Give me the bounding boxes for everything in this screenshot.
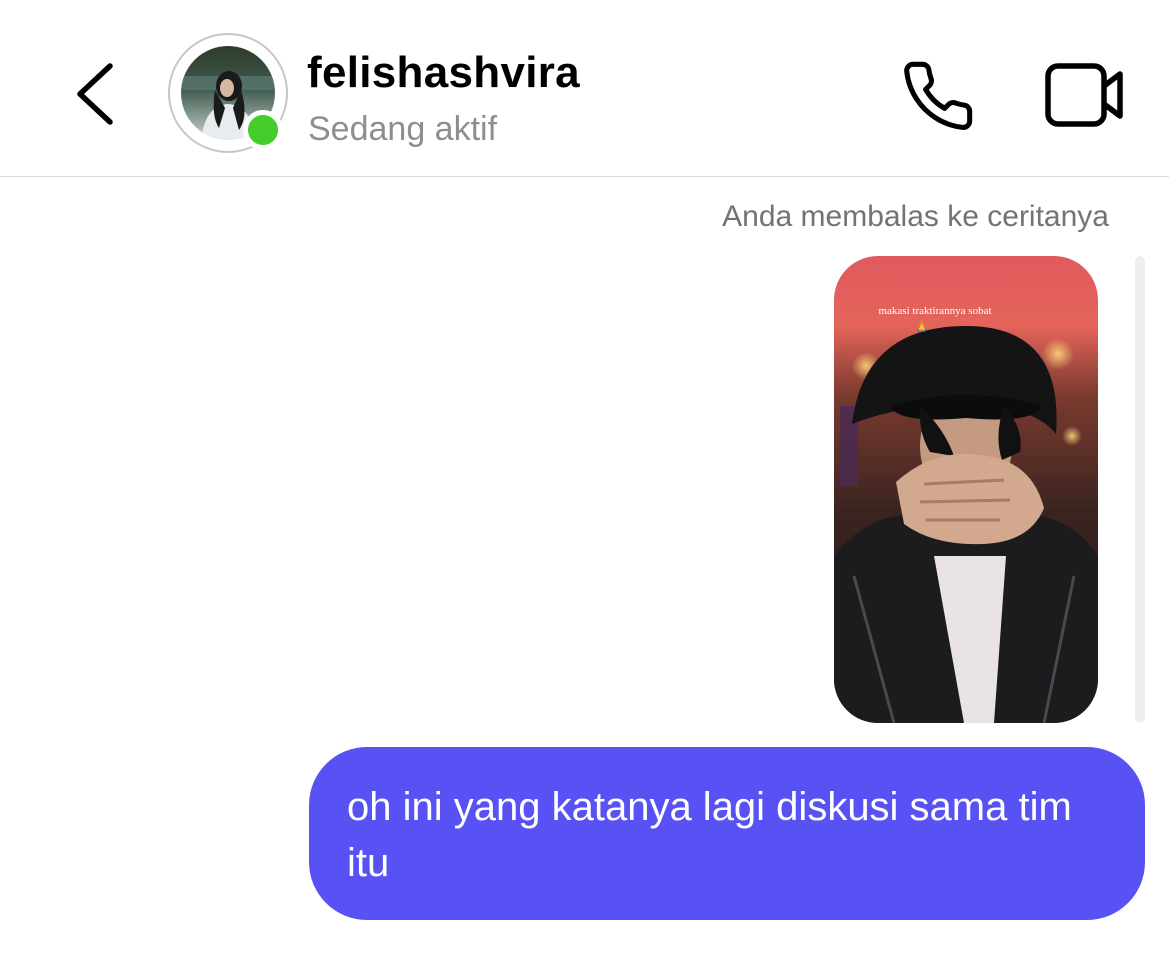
back-button[interactable] [66, 58, 122, 130]
praying-hands-emoji: 🙏 [916, 321, 928, 333]
video-camera-icon [1045, 63, 1123, 127]
video-call-button[interactable] [1044, 60, 1126, 130]
story-thumbnail[interactable]: makasi traktirannya sobat 🙏 [834, 256, 1098, 723]
story-caption: makasi traktirannya sobat [878, 305, 991, 317]
chat-username[interactable]: felishashvira [307, 46, 580, 100]
chevron-left-icon [77, 63, 113, 125]
chat-header: felishashvira Sedang aktif [0, 0, 1169, 177]
voice-call-button[interactable] [900, 58, 976, 134]
phone-icon [904, 61, 973, 130]
chat-screen: felishashvira Sedang aktif Anda membalas… [0, 0, 1169, 953]
message-text: oh ini yang katanya lagi diskusi sama ti… [347, 785, 1072, 885]
story-reply-note: Anda membalas ke ceritanya [722, 200, 1109, 233]
sent-message-bubble[interactable]: oh ini yang katanya lagi diskusi sama ti… [309, 747, 1145, 920]
activity-status: Sedang aktif [308, 110, 498, 148]
scrollbar[interactable] [1135, 256, 1145, 723]
online-status-dot [243, 110, 283, 150]
